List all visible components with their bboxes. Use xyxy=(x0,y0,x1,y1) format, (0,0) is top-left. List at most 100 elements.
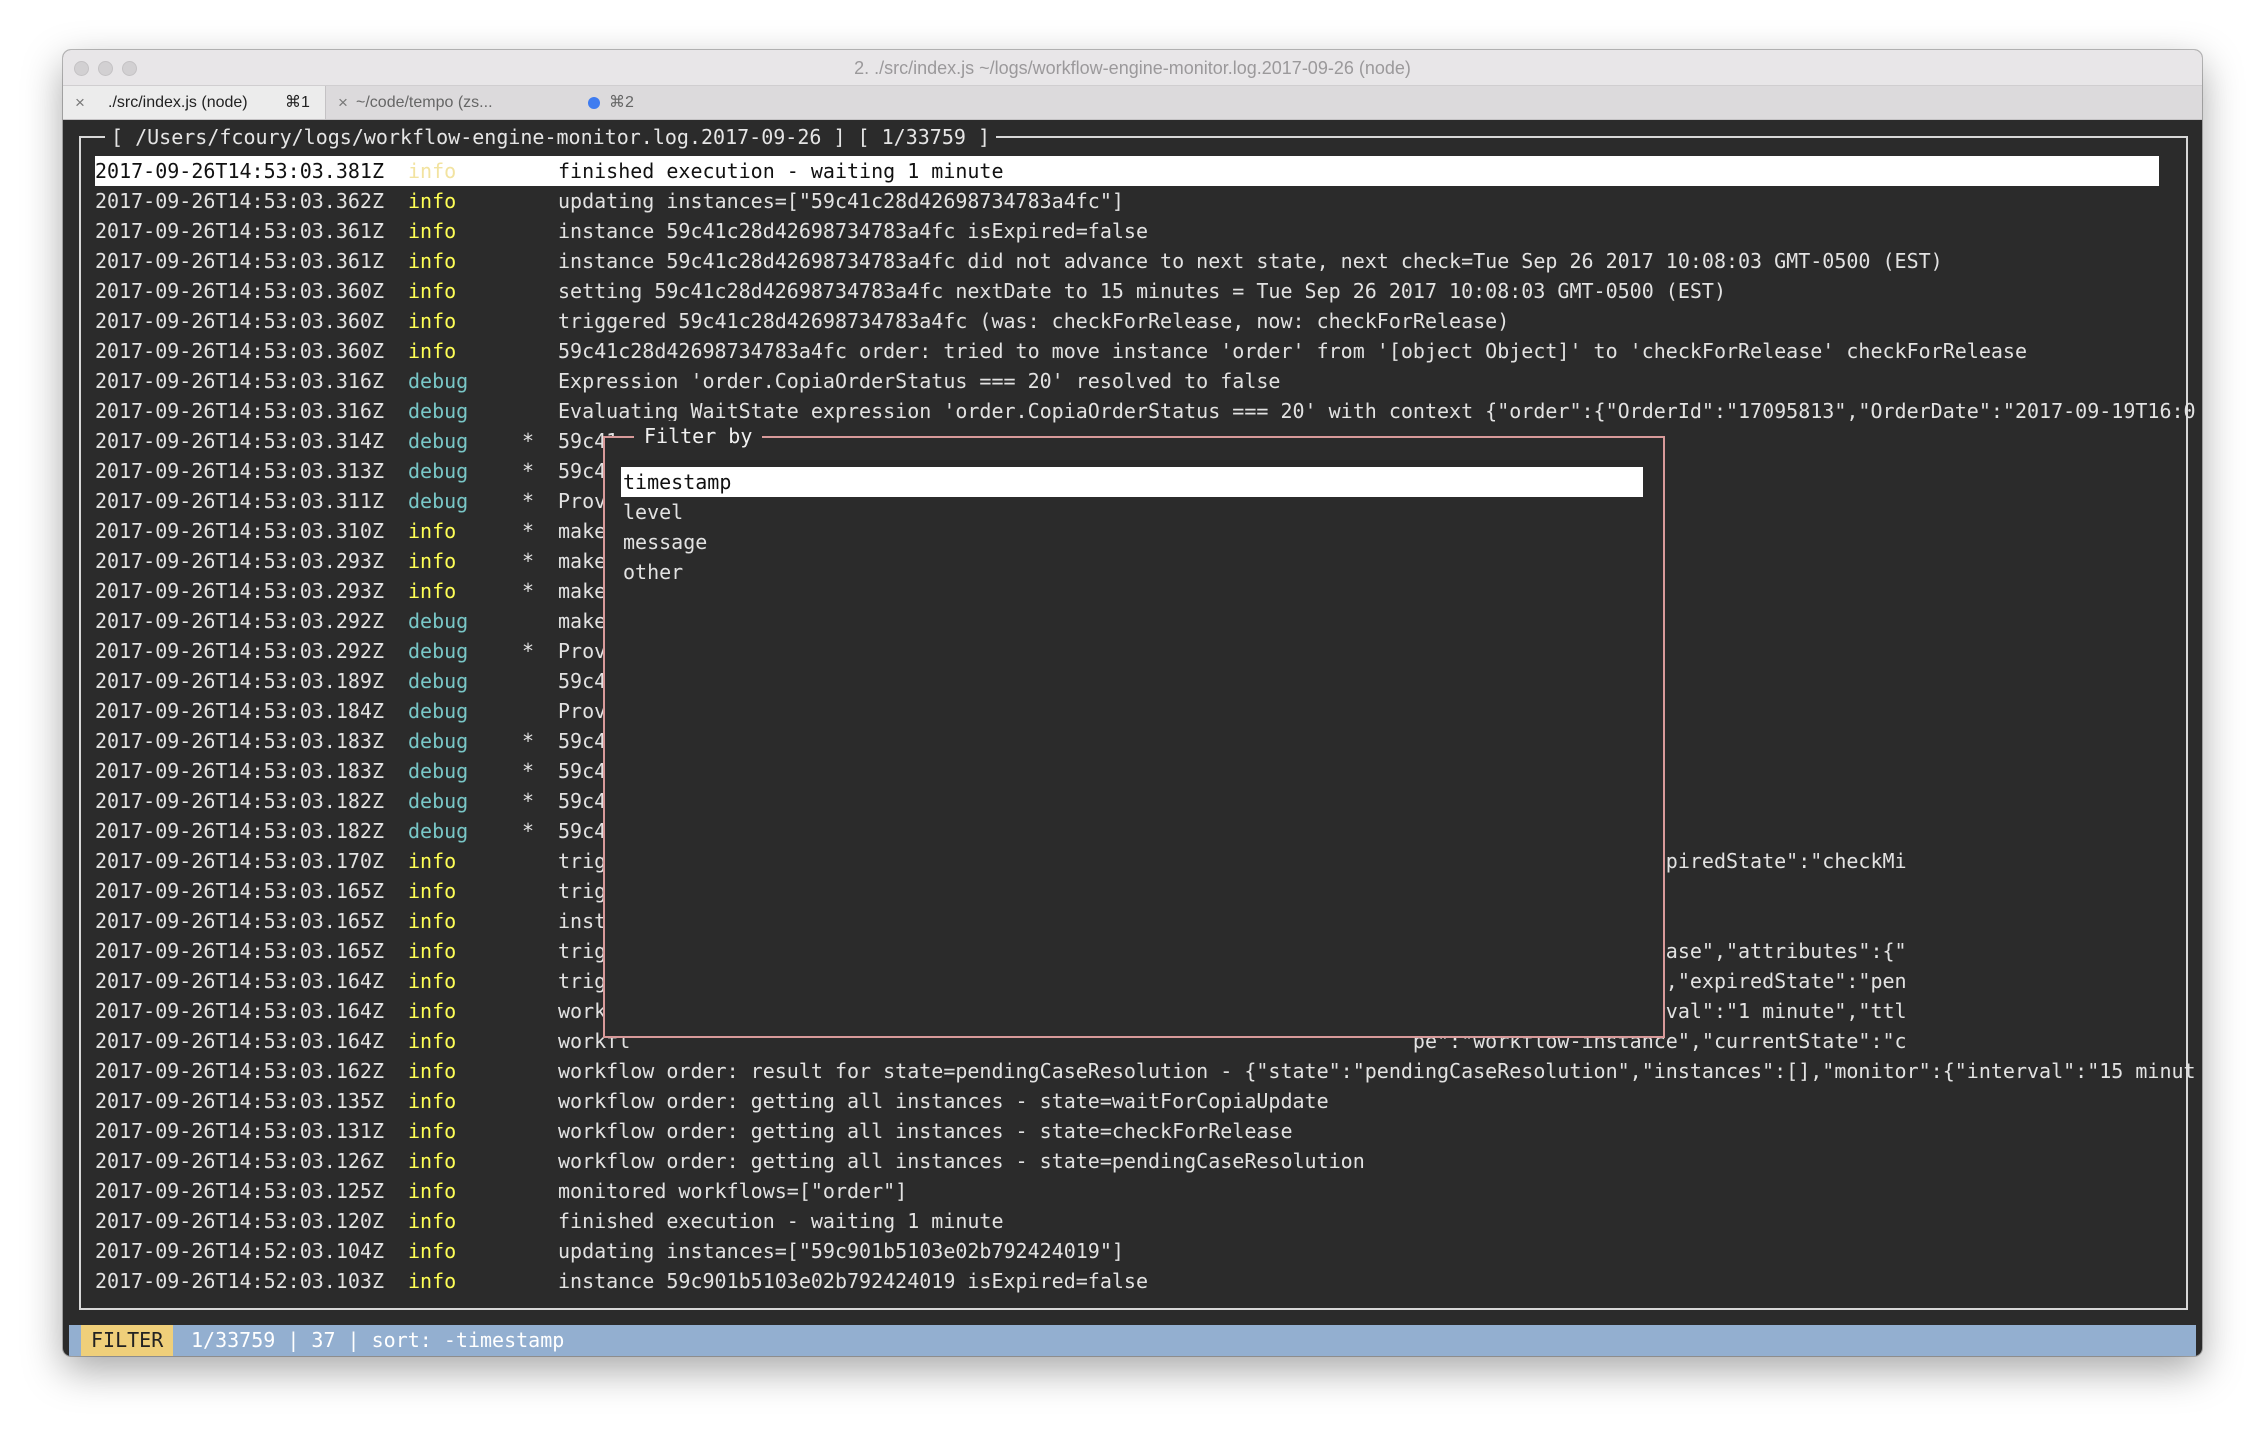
log-level: debug xyxy=(408,756,468,786)
log-flag: * xyxy=(522,456,534,486)
log-flag: * xyxy=(522,816,534,846)
log-timestamp: 2017-09-26T14:53:03.310Z xyxy=(95,516,384,546)
log-message: instance 59c901b5103e02b792424019 isExpi… xyxy=(558,1266,1148,1296)
log-timestamp: 2017-09-26T14:53:03.316Z xyxy=(95,366,384,396)
filter-dialog: Filter by timestamp level message other xyxy=(603,436,1665,1038)
status-text: 1/33759 | 37 | sort: -timestamp xyxy=(191,1325,564,1356)
log-level: info xyxy=(408,1056,456,1086)
tab-tempo[interactable]: × ~/code/tempo (zs... ⌘2 xyxy=(326,86,656,119)
filter-dialog-title: Filter by xyxy=(634,421,762,451)
log-timestamp: 2017-09-26T14:53:03.316Z xyxy=(95,396,384,426)
mode-badge: FILTER xyxy=(81,1325,173,1356)
log-timestamp: 2017-09-26T14:53:03.189Z xyxy=(95,666,384,696)
log-level: info xyxy=(408,1026,456,1056)
log-level: debug xyxy=(408,396,468,426)
log-message: Evaluating WaitState expression 'order.C… xyxy=(558,396,2196,426)
log-timestamp: 2017-09-26T14:53:03.170Z xyxy=(95,846,384,876)
log-message: finished execution - waiting 1 minute xyxy=(558,1206,1004,1236)
log-level: info xyxy=(408,1236,456,1266)
log-level: debug xyxy=(408,456,468,486)
log-timestamp: 2017-09-26T14:53:03.361Z xyxy=(95,216,384,246)
log-level: debug xyxy=(408,786,468,816)
log-timestamp: 2017-09-26T14:53:03.313Z xyxy=(95,456,384,486)
log-level: info xyxy=(408,1206,456,1236)
log-timestamp: 2017-09-26T14:53:03.362Z xyxy=(95,186,384,216)
log-flag: * xyxy=(522,726,534,756)
log-timestamp: 2017-09-26T14:53:03.164Z xyxy=(95,996,384,1026)
log-level: info xyxy=(408,576,456,606)
log-level: info xyxy=(408,306,456,336)
log-timestamp: 2017-09-26T14:53:03.131Z xyxy=(95,1116,384,1146)
log-flag: * xyxy=(522,576,534,606)
log-flag: * xyxy=(522,426,534,456)
log-timestamp: 2017-09-26T14:53:03.360Z xyxy=(95,336,384,366)
log-message: 59c41c28d42698734783a4fc order: tried to… xyxy=(558,336,2027,366)
log-message: instance 59c41c28d42698734783a4fc did no… xyxy=(558,246,1943,276)
window-title: 2. ./src/index.js ~/logs/workflow-engine… xyxy=(63,58,2202,79)
log-timestamp: 2017-09-26T14:53:03.164Z xyxy=(95,1026,384,1056)
tab-bar: × ./src/index.js (node) ⌘1 × ~/code/temp… xyxy=(63,86,2202,120)
close-tab-icon[interactable]: × xyxy=(75,86,85,119)
log-level: debug xyxy=(408,606,468,636)
log-message: triggered 59c41c28d42698734783a4fc (was:… xyxy=(558,306,1509,336)
log-flag: * xyxy=(522,546,534,576)
log-level: debug xyxy=(408,486,468,516)
log-timestamp: 2017-09-26T14:53:03.165Z xyxy=(95,876,384,906)
log-flag: * xyxy=(522,486,534,516)
log-timestamp: 2017-09-26T14:53:03.135Z xyxy=(95,1086,384,1116)
activity-dot-icon xyxy=(588,97,600,109)
log-timestamp: 2017-09-26T14:53:03.314Z xyxy=(95,426,384,456)
log-flag: * xyxy=(522,516,534,546)
log-message: monitored workflows=["order"] xyxy=(558,1176,907,1206)
log-timestamp: 2017-09-26T14:53:03.381Z xyxy=(95,156,384,186)
log-level: info xyxy=(408,276,456,306)
log-message: instance 59c41c28d42698734783a4fc isExpi… xyxy=(558,216,1148,246)
log-message: updating instances=["59c901b5103e02b7924… xyxy=(558,1236,1124,1266)
tab-label: ~/code/tempo (zs... xyxy=(356,86,493,119)
log-timestamp: 2017-09-26T14:53:03.165Z xyxy=(95,936,384,966)
log-timestamp: 2017-09-26T14:53:03.360Z xyxy=(95,276,384,306)
log-level: info xyxy=(408,1116,456,1146)
log-message: Expression 'order.CopiaOrderStatus === 2… xyxy=(558,366,1280,396)
log-level: info xyxy=(408,876,456,906)
log-flag: * xyxy=(522,636,534,666)
tab-index-js[interactable]: × ./src/index.js (node) ⌘1 xyxy=(63,86,326,119)
log-timestamp: 2017-09-26T14:53:03.126Z xyxy=(95,1146,384,1176)
filter-option-other[interactable]: other xyxy=(621,557,1643,587)
close-tab-icon[interactable]: × xyxy=(338,86,348,119)
log-timestamp: 2017-09-26T14:53:03.182Z xyxy=(95,786,384,816)
log-message: workflow order: result for state=pending… xyxy=(558,1056,2196,1086)
log-timestamp: 2017-09-26T14:53:03.162Z xyxy=(95,1056,384,1086)
log-message: updating instances=["59c41c28d4269873478… xyxy=(558,186,1124,216)
log-timestamp: 2017-09-26T14:53:03.183Z xyxy=(95,726,384,756)
tab-shortcut: ⌘2 xyxy=(609,86,634,119)
log-level: info xyxy=(408,246,456,276)
log-level: info xyxy=(408,156,456,186)
log-timestamp: 2017-09-26T14:53:03.184Z xyxy=(95,696,384,726)
log-level: info xyxy=(408,186,456,216)
log-timestamp: 2017-09-26T14:53:03.164Z xyxy=(95,966,384,996)
log-timestamp: 2017-09-26T14:53:03.292Z xyxy=(95,636,384,666)
log-level: debug xyxy=(408,636,468,666)
log-timestamp: 2017-09-26T14:53:03.165Z xyxy=(95,906,384,936)
log-message: setting 59c41c28d42698734783a4fc nextDat… xyxy=(558,276,1726,306)
log-level: info xyxy=(408,336,456,366)
log-level: info xyxy=(408,1176,456,1206)
log-level: debug xyxy=(408,696,468,726)
log-timestamp: 2017-09-26T14:53:03.361Z xyxy=(95,246,384,276)
log-timestamp: 2017-09-26T14:53:03.120Z xyxy=(95,1206,384,1236)
log-level: debug xyxy=(408,726,468,756)
log-message: finished execution - waiting 1 minute xyxy=(558,156,1004,186)
log-row-selected[interactable]: 2017-09-26T14:53:03.381Z info finished exe… xyxy=(95,156,2159,186)
log-timestamp: 2017-09-26T14:52:03.104Z xyxy=(95,1236,384,1266)
filter-option-level[interactable]: level xyxy=(621,497,1643,527)
log-flag: * xyxy=(522,756,534,786)
filter-option-message[interactable]: message xyxy=(621,527,1643,557)
log-flag: * xyxy=(522,786,534,816)
log-level: info xyxy=(408,546,456,576)
log-timestamp: 2017-09-26T14:53:03.360Z xyxy=(95,306,384,336)
title-bar: 2. ./src/index.js ~/logs/workflow-engine… xyxy=(63,50,2202,86)
log-timestamp: 2017-09-26T14:53:03.292Z xyxy=(95,606,384,636)
log-level: info xyxy=(408,936,456,966)
filter-option-timestamp[interactable]: timestamp xyxy=(621,467,1643,497)
